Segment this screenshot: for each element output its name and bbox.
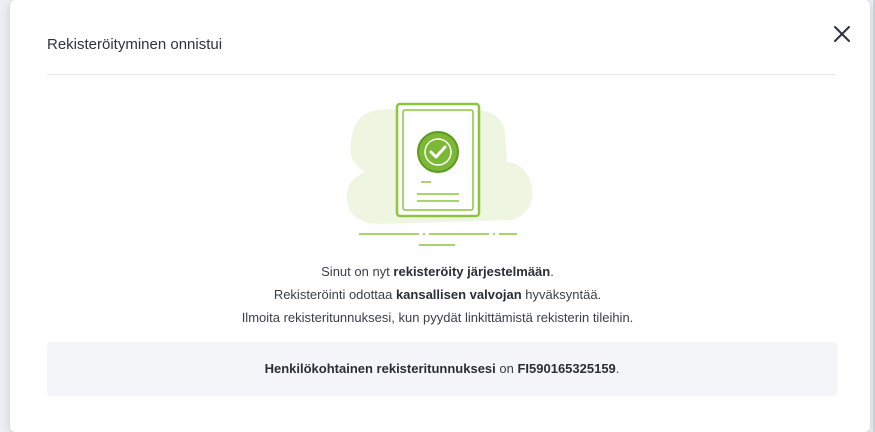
dialog-header: Rekisteröityminen onnistui <box>47 0 835 75</box>
document-check-icon <box>346 102 533 246</box>
success-message: Sinut on nyt rekisteröity järjestelmään.… <box>0 260 875 329</box>
close-icon <box>834 26 850 42</box>
success-illustration <box>337 102 537 252</box>
dialog-title: Rekisteröityminen onnistui <box>47 36 223 53</box>
message-line-1: Sinut on nyt rekisteröity järjestelmään. <box>321 264 554 279</box>
close-button[interactable] <box>828 20 856 48</box>
registered-emphasis: rekisteröity järjestelmään <box>393 264 551 279</box>
registry-id-label: Henkilökohtainen rekisteritunnuksesi <box>264 361 496 376</box>
message-line-3: Ilmoita rekisteritunnuksesi, kun pyydät … <box>241 310 634 325</box>
message-line-2: Rekisteröinti odottaa kansallisen valvoj… <box>273 287 602 302</box>
registry-id-value: FI590165325159 <box>517 361 616 376</box>
supervisor-emphasis: kansallisen valvojan <box>395 287 522 302</box>
registry-id-panel: Henkilökohtainen rekisteritunnuksesi on … <box>47 342 837 396</box>
